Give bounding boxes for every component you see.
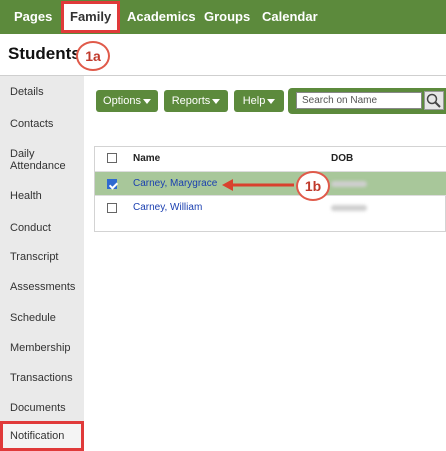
reports-label: Reports <box>171 95 211 107</box>
sidebar-item-notification[interactable]: Notification <box>0 421 84 451</box>
caret-down-icon <box>142 98 151 104</box>
tab-calendar[interactable]: Calendar <box>262 0 318 34</box>
table-row[interactable]: Carney, William <box>95 195 446 219</box>
help-label: Help <box>242 95 266 107</box>
caret-down-icon <box>267 98 276 104</box>
dob-value-redacted <box>331 181 367 187</box>
sidebar-item-details[interactable]: Details <box>0 86 84 98</box>
options-label: Options <box>103 95 141 107</box>
reports-button[interactable]: Reports <box>164 90 228 112</box>
search-button[interactable] <box>424 91 444 110</box>
page-title: Students <box>8 44 81 63</box>
column-header-name[interactable]: Name <box>133 153 160 164</box>
student-name-link[interactable]: Carney, William <box>133 202 202 213</box>
callout-1a: 1a <box>76 41 110 71</box>
sidebar-item-transcript[interactable]: Transcript <box>0 251 84 263</box>
sidebar-item-daily-attendance[interactable]: Daily Attendance <box>0 148 70 172</box>
sidebar-item-health[interactable]: Health <box>0 190 84 202</box>
caret-down-icon <box>212 98 221 104</box>
sidebar-item-assessments[interactable]: Assessments <box>0 281 84 293</box>
table-header: Name DOB <box>95 147 446 171</box>
sidebar-item-transactions[interactable]: Transactions <box>0 372 84 384</box>
tab-groups[interactable]: Groups <box>204 0 250 34</box>
search-icon <box>426 93 441 108</box>
search-input[interactable] <box>296 92 422 109</box>
sidebar-item-conduct[interactable]: Conduct <box>0 222 84 234</box>
row-checkbox[interactable] <box>107 203 117 213</box>
tab-academics[interactable]: Academics <box>127 0 196 34</box>
student-name-link[interactable]: Carney, Marygrace <box>133 178 217 189</box>
search-container <box>288 88 446 114</box>
toolbar: Options Reports Help <box>92 86 446 116</box>
arrow-left-icon <box>222 179 294 191</box>
options-button[interactable]: Options <box>96 90 158 112</box>
sidebar-item-schedule[interactable]: Schedule <box>0 312 84 324</box>
select-all-checkbox[interactable] <box>107 153 117 163</box>
sidebar-item-contacts[interactable]: Contacts <box>0 118 84 130</box>
dob-value-redacted <box>331 205 367 211</box>
sidebar-item-membership[interactable]: Membership <box>0 342 84 354</box>
sidebar: Details Contacts Daily Attendance Health… <box>0 76 84 451</box>
help-button[interactable]: Help <box>234 90 284 112</box>
callout-1b: 1b <box>296 171 330 201</box>
sidebar-item-documents[interactable]: Documents <box>0 402 84 414</box>
main-content: Options Reports Help Name DOB Carney, <box>84 76 446 451</box>
title-bar: Students 1a <box>0 34 446 76</box>
tab-pages[interactable]: Pages <box>14 0 52 34</box>
column-header-dob[interactable]: DOB <box>331 153 353 164</box>
tab-family[interactable]: Family <box>61 1 121 33</box>
row-checkbox[interactable] <box>107 179 117 189</box>
top-navigation: Pages Family Academics Groups Calendar <box>0 0 446 34</box>
